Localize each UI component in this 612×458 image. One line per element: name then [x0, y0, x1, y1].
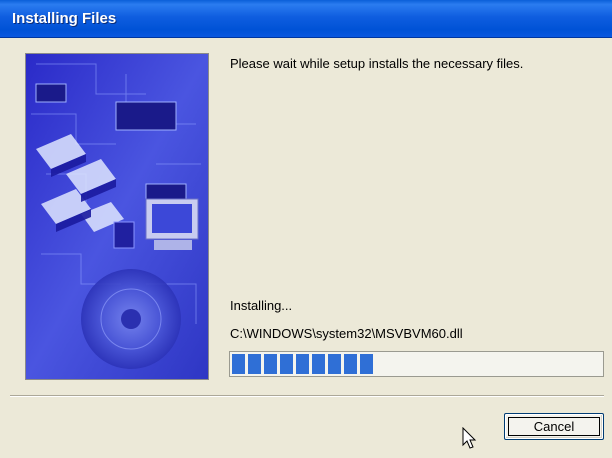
cancel-button[interactable]: Cancel [504, 413, 604, 440]
mouse-pointer-icon [462, 427, 477, 449]
current-file-path: C:\WINDOWS\system32\MSVBVM60.dll [230, 326, 463, 341]
install-progress-bar [229, 351, 604, 377]
installer-dialog: Installing Files Please wait while setup… [0, 0, 612, 458]
install-message: Please wait while setup installs the nec… [230, 56, 524, 71]
install-status-label: Installing... [230, 298, 293, 313]
title-bar[interactable]: Installing Files [0, 0, 612, 38]
separator-line [10, 395, 604, 397]
window-title: Installing Files [12, 10, 117, 27]
setup-banner-image [25, 53, 209, 380]
focus-rect [508, 417, 600, 436]
progress-fill [232, 354, 376, 374]
